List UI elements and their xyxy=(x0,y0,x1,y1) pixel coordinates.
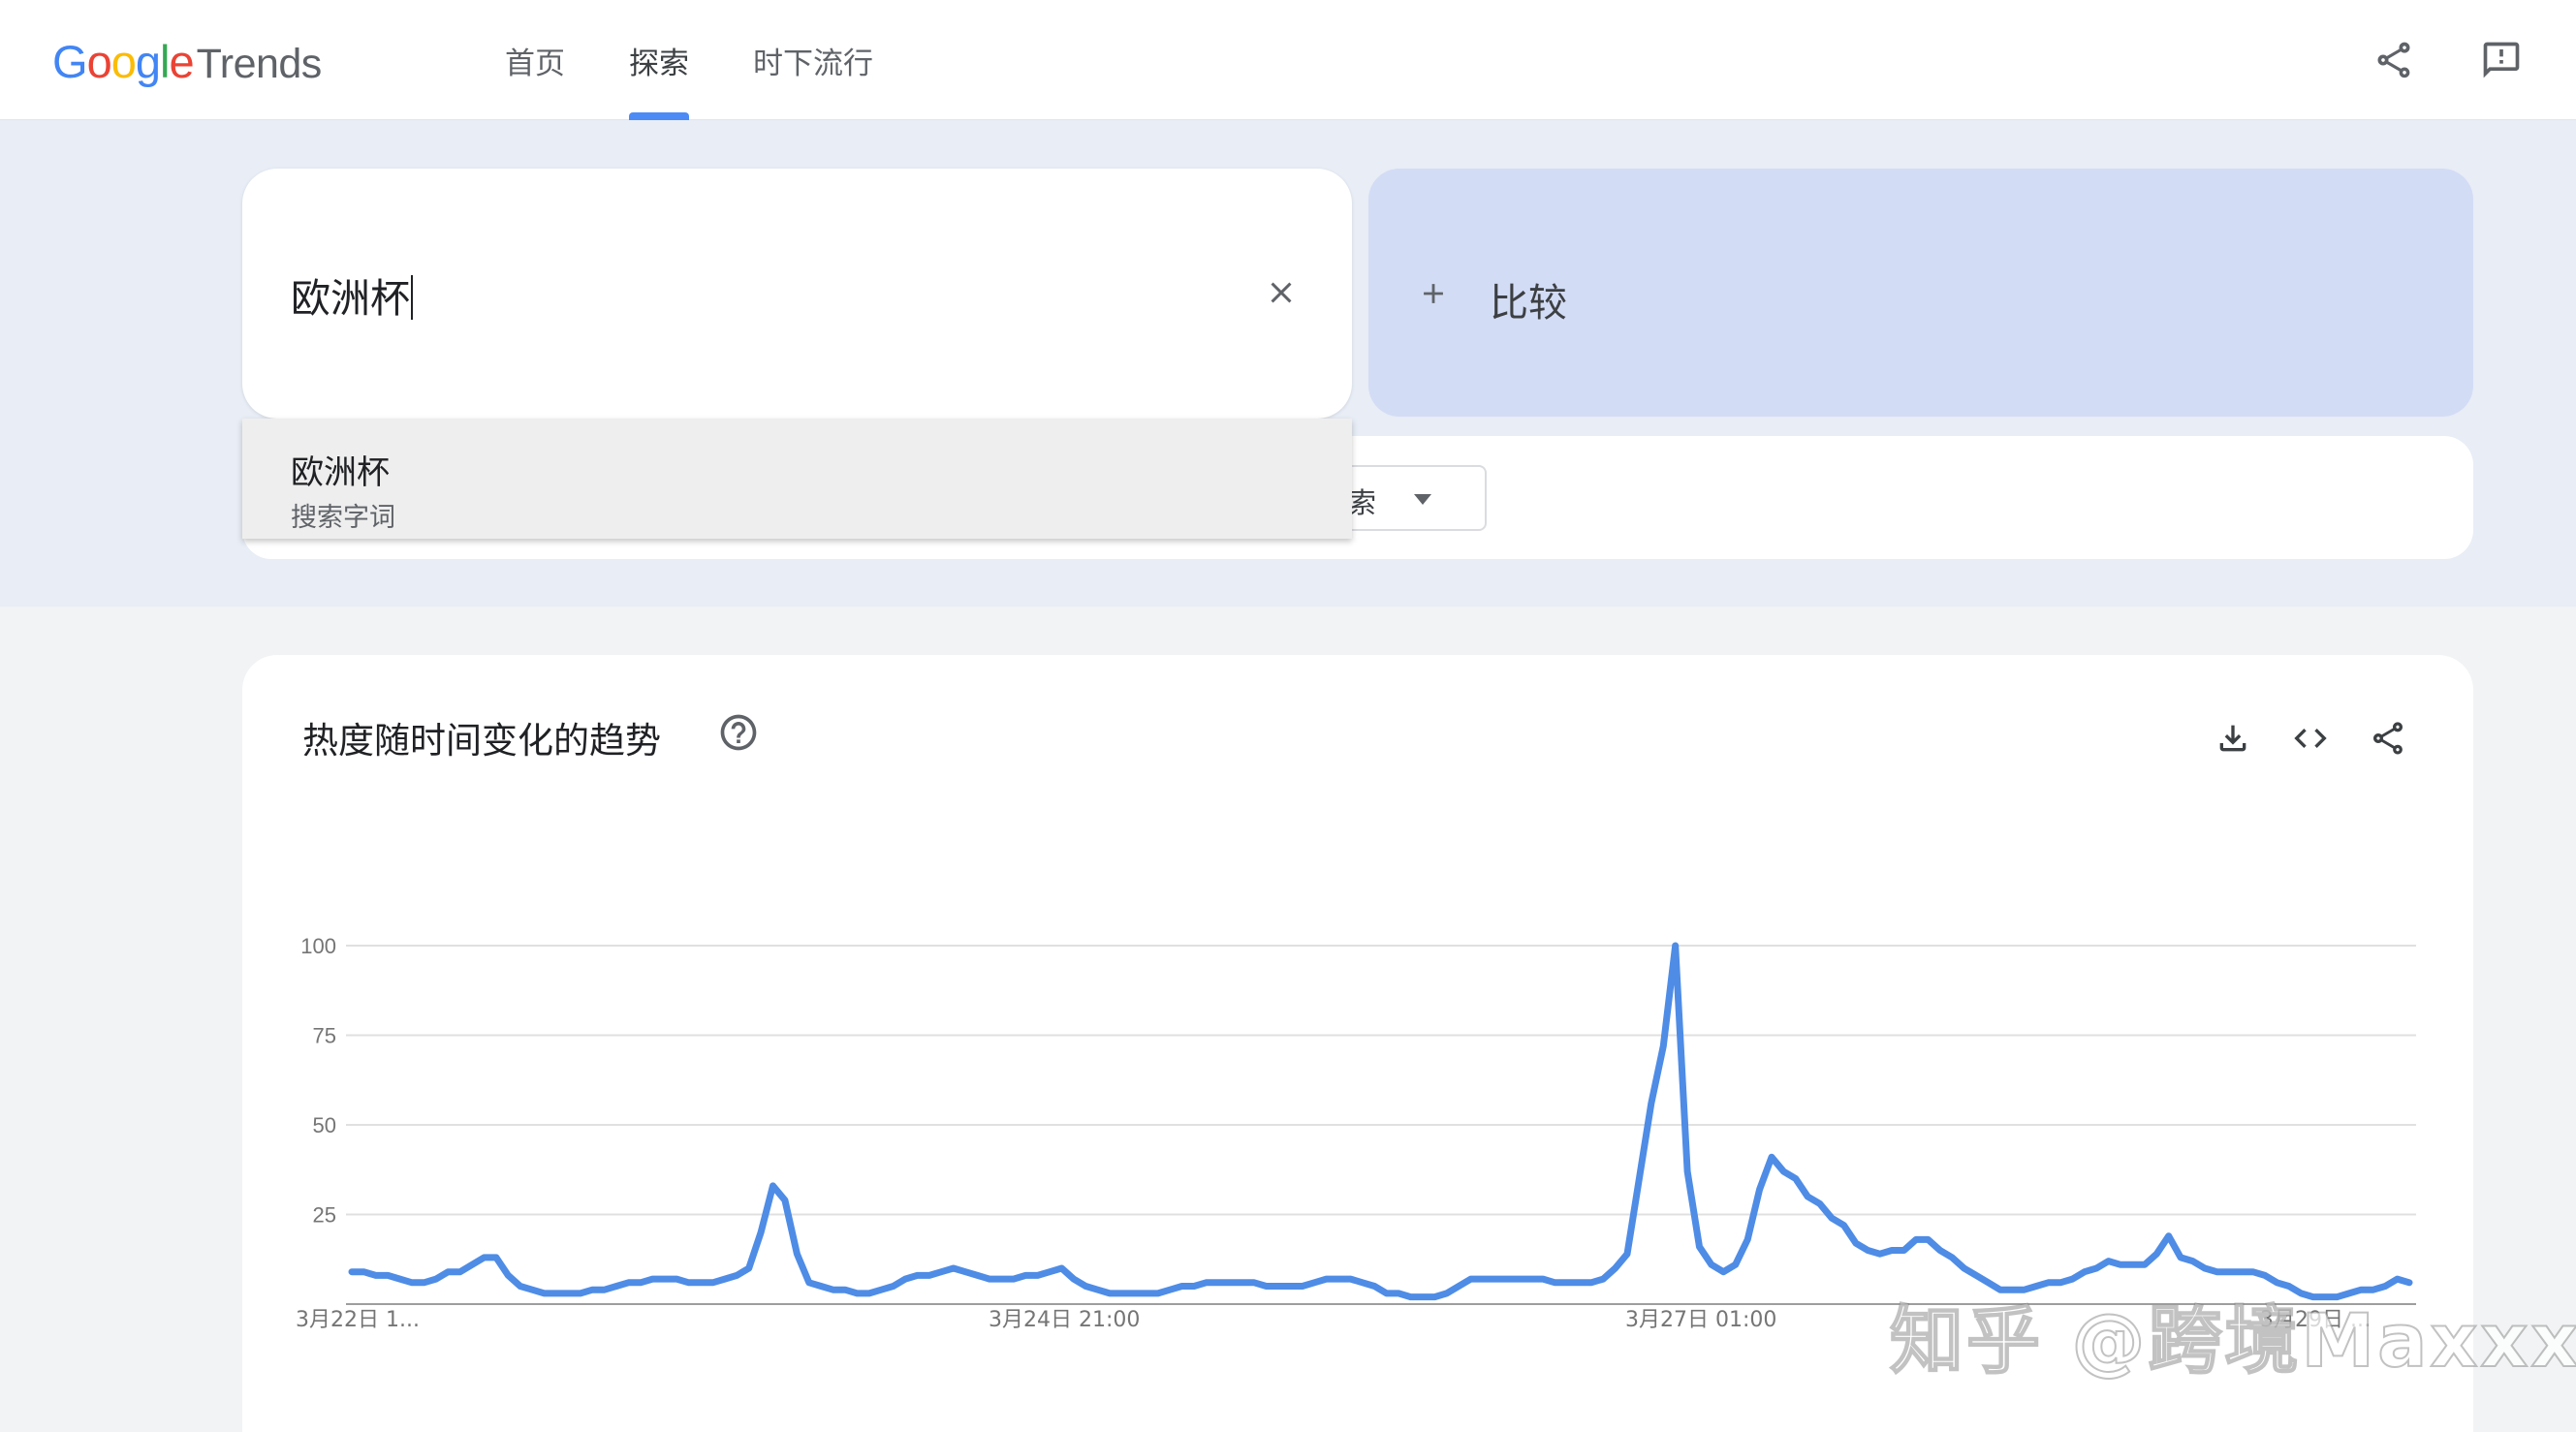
plus-icon xyxy=(1417,275,1450,318)
watermark-text: 知乎 @跨境Maxxx xyxy=(1889,1296,2576,1385)
suggestion-title: 欧洲杯 xyxy=(291,453,390,492)
y-tick-label: 25 xyxy=(313,1203,336,1228)
compare-label: 比较 xyxy=(1490,281,1567,326)
search-input[interactable]: 欧洲杯 xyxy=(291,265,413,324)
share-icon[interactable] xyxy=(2367,33,2421,87)
logo-letter: o xyxy=(110,36,137,87)
text-caret xyxy=(411,275,413,320)
trends-wordmark: Trends xyxy=(196,41,323,87)
compare-button[interactable]: 比较 xyxy=(1368,169,2473,417)
dropdown-arrow-icon xyxy=(1414,494,1431,505)
y-tick-label: 100 xyxy=(300,934,336,958)
main-nav: 首页 探索 时下流行 xyxy=(505,0,937,120)
logo-letter: g xyxy=(135,36,161,87)
x-tick-label: 3月27日 01:00 xyxy=(1625,1308,1776,1332)
series-line[interactable] xyxy=(348,942,2413,1301)
top-app-bar: Google Trends 首页 探索 时下流行 xyxy=(0,0,2576,120)
logo-letter: G xyxy=(52,36,88,87)
y-tick-label: 75 xyxy=(313,1024,336,1048)
x-tick-label: 3月22日 1... xyxy=(296,1308,420,1332)
search-input-value: 欧洲杯 xyxy=(291,275,410,322)
x-tick-label: 3月24日 21:00 xyxy=(989,1308,1140,1332)
suggestion-type: 搜索字词 xyxy=(291,503,395,533)
search-box[interactable]: 欧洲杯 xyxy=(242,169,1352,419)
y-tick-label: 50 xyxy=(313,1113,336,1137)
logo-letter: e xyxy=(169,36,194,87)
google-wordmark: Google xyxy=(52,35,195,88)
close-icon xyxy=(1271,282,1292,303)
tab-trending-now[interactable]: 时下流行 xyxy=(753,0,873,120)
autocomplete-suggestion[interactable]: 欧洲杯 搜索字词 xyxy=(242,419,1352,539)
clear-search-button[interactable] xyxy=(1257,268,1305,317)
tab-home[interactable]: 首页 xyxy=(505,0,565,120)
logo-letter: o xyxy=(86,36,112,87)
google-trends-logo[interactable]: Google Trends xyxy=(52,35,322,89)
tab-explore[interactable]: 探索 xyxy=(629,0,689,120)
feedback-icon[interactable] xyxy=(2474,33,2529,87)
